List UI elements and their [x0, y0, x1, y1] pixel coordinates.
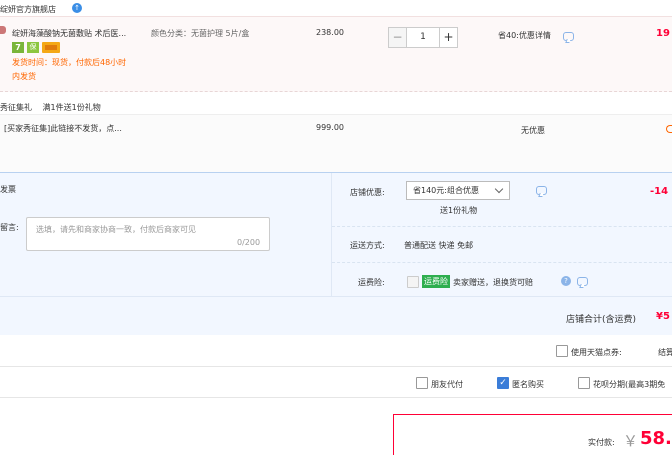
gift-rule: 满1件送1份礼物	[42, 103, 101, 112]
chat-icon[interactable]	[563, 32, 574, 41]
delivery-value: 普通配送 快递 免邮	[404, 241, 474, 250]
divider	[0, 397, 672, 398]
anonymous-label[interactable]: 匿名购买	[512, 379, 544, 390]
product-thumbnail[interactable]	[0, 26, 6, 34]
gift-title: 秀征集礼 满1件送1份礼物	[0, 102, 101, 113]
chevron-down-icon	[494, 184, 504, 194]
insurance-tag: 运费险	[422, 275, 450, 288]
pay-value: 58.0	[640, 428, 672, 449]
card-icon[interactable]	[42, 42, 60, 53]
settle-label: 结算	[658, 348, 672, 357]
product-title[interactable]: 绽妍海藻酸钠无菌敷贴 术后医...	[12, 28, 126, 39]
shop-offer-note: 送1份礼物	[440, 206, 478, 215]
shop-total-label: 店铺合计(含运费)	[566, 315, 637, 325]
unit-price: 238.00	[316, 28, 344, 37]
insurance-text: 卖家赠送，退换货可赔	[453, 278, 533, 287]
invoice-label[interactable]: 发票	[0, 184, 16, 195]
huabei-checkbox[interactable]	[578, 377, 590, 389]
tmall-points-checkbox[interactable]	[556, 345, 568, 357]
delivery-label: 运送方式:	[350, 241, 385, 250]
discount-detail[interactable]: 省40:优惠详情	[498, 30, 551, 41]
order-options-panel	[0, 172, 672, 335]
gift-title-label: 秀征集礼	[0, 103, 32, 112]
message-counter: 0/200	[237, 238, 261, 247]
divider	[0, 296, 672, 297]
pay-label: 实付款:	[588, 438, 615, 447]
panel-divider	[331, 173, 332, 296]
message-placeholder: 选填，请先和商家协商一致，付款后商家可见	[36, 225, 196, 234]
quantity-stepper: − 1 +	[388, 27, 458, 48]
seven-day-return-icon[interactable]: 7	[12, 42, 24, 53]
discount-detail-label[interactable]: 省40:优惠详情	[498, 31, 551, 40]
shop-name-label[interactable]: 绽妍官方旗舰店	[0, 5, 56, 14]
quantity-plus-button[interactable]: +	[439, 28, 457, 47]
product-spec: 颜色分类：无菌护理 5片/盒	[151, 29, 250, 38]
shop-offer-selected: 省140元:组合优惠	[413, 186, 479, 195]
shop-offer-amount: -14	[650, 186, 669, 197]
anonymous-checkbox[interactable]: ✓	[497, 377, 509, 389]
gift-item-title[interactable]: [买家秀征集]此链接不发货，点...	[4, 123, 122, 134]
guarantee-icon[interactable]: 保	[27, 42, 39, 53]
chat-icon[interactable]	[535, 186, 547, 195]
huabei-label[interactable]: 花呗分期(最高3期免	[593, 379, 665, 390]
gift-discount: 无优惠	[521, 126, 545, 135]
shop-offer-label: 店铺优惠:	[350, 188, 385, 197]
shop-name[interactable]: 绽妍官方旗舰店	[0, 4, 56, 15]
message-label: 留言:	[0, 223, 19, 232]
gift-tag-icon	[666, 125, 672, 133]
chat-icon[interactable]	[577, 277, 589, 286]
quantity-minus-button[interactable]: −	[389, 28, 407, 47]
friend-pay-label[interactable]: 朋友代付	[431, 379, 463, 390]
help-icon[interactable]: ?	[561, 276, 571, 286]
t-icon: ↑	[72, 3, 82, 13]
divider	[332, 262, 672, 263]
tmall-points-label: 使用天猫点券:	[571, 348, 622, 357]
shop-offer-select[interactable]: 省140元:组合优惠	[406, 181, 510, 200]
insurance-label: 运费险:	[358, 278, 385, 287]
friend-pay-checkbox[interactable]	[416, 377, 428, 389]
gift-price: 999.00	[316, 123, 344, 132]
quantity-input[interactable]: 1	[407, 28, 439, 47]
divider	[332, 226, 672, 227]
item-subtotal: 19	[656, 28, 670, 39]
shop-total-value: ¥5	[656, 311, 670, 322]
ship-time: 发货时间：现货，付款后48小时	[12, 58, 127, 67]
ship-time-cont: 内发货	[12, 72, 36, 81]
message-input[interactable]: 选填，请先和商家协商一致，付款后商家可见 0/200	[26, 217, 270, 251]
insurance-checkbox	[407, 276, 419, 288]
pay-currency: ￥	[623, 432, 639, 450]
